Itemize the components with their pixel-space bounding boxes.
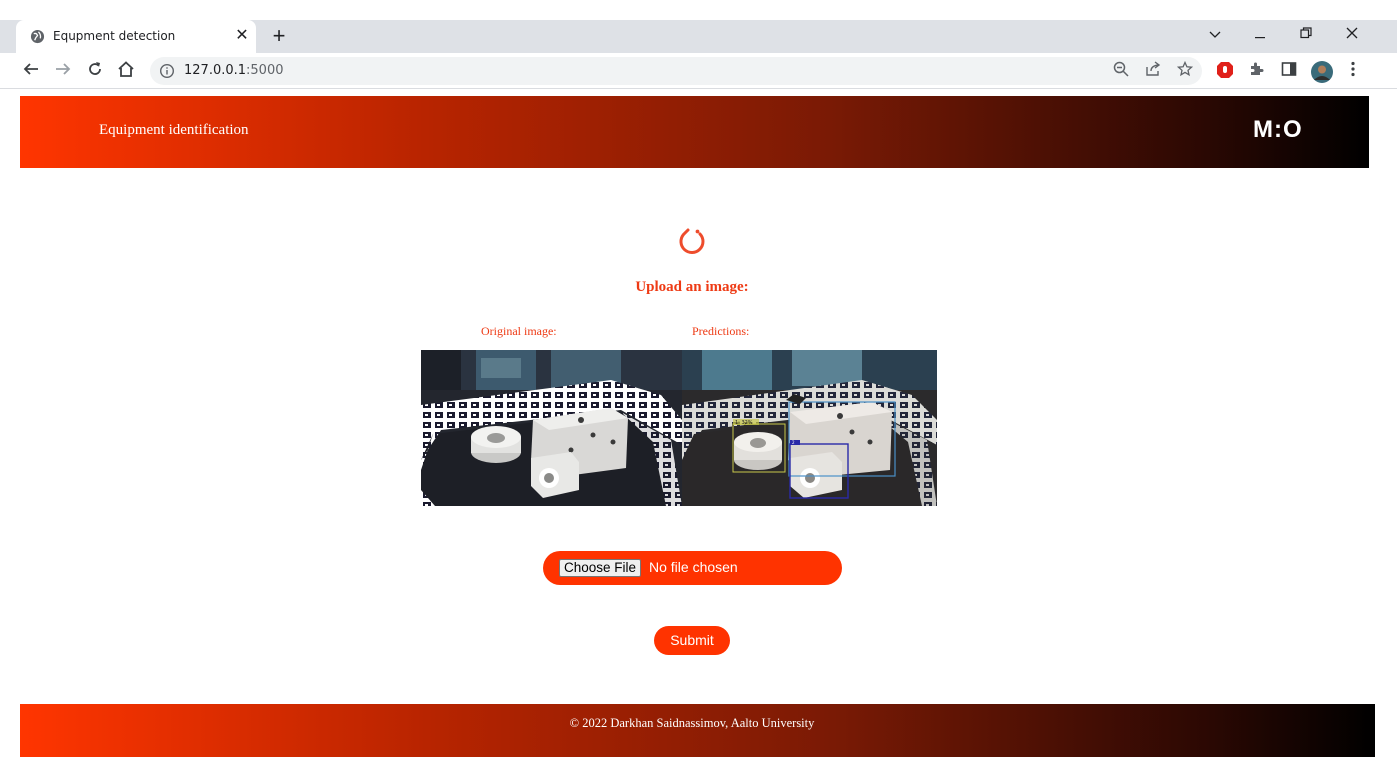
- url-port: :5000: [246, 63, 284, 78]
- home-icon[interactable]: [114, 59, 138, 83]
- globe-icon: [30, 29, 45, 44]
- predictions-image: 1: 32% 2: [682, 350, 937, 506]
- file-status: No file chosen: [649, 559, 738, 575]
- url-text[interactable]: 127.0.0.1:5000: [184, 63, 284, 78]
- forward-icon[interactable]: [51, 59, 75, 83]
- file-upload-field[interactable]: Choose File No file chosen: [543, 551, 842, 585]
- original-image-label: Original image:: [481, 324, 557, 338]
- profile-avatar[interactable]: [1311, 61, 1333, 83]
- tab-search-icon[interactable]: [1200, 22, 1230, 46]
- share-icon[interactable]: [1143, 61, 1163, 81]
- choose-file-button[interactable]: Choose File: [559, 559, 642, 577]
- predictions-label: Predictions:: [692, 324, 750, 338]
- browser-tabstrip: Equpment detection ✕ +: [0, 0, 1397, 53]
- site-title[interactable]: Equipment identification: [99, 122, 249, 139]
- side-panel-icon[interactable]: [1279, 61, 1299, 81]
- star-icon[interactable]: [1175, 60, 1195, 81]
- plus-icon[interactable]: +: [268, 25, 290, 47]
- info-icon[interactable]: [159, 63, 175, 79]
- back-icon[interactable]: [19, 59, 43, 83]
- browser-tab[interactable]: Equpment detection ✕: [16, 20, 256, 53]
- site-logo[interactable]: M:O: [1253, 116, 1303, 144]
- site-header: Equipment identification M:O: [20, 96, 1369, 168]
- minimize-icon[interactable]: [1245, 22, 1275, 46]
- window-close-icon[interactable]: [1337, 22, 1367, 46]
- reload-icon[interactable]: [83, 59, 107, 83]
- browser-toolbar: 127.0.0.1:5000: [0, 53, 1397, 89]
- url-host: 127.0.0.1: [184, 63, 247, 78]
- original-image: [421, 350, 682, 506]
- pytorch-icon: [679, 228, 705, 254]
- adblock-icon[interactable]: [1215, 61, 1235, 81]
- close-icon[interactable]: ✕: [232, 26, 252, 46]
- submit-button[interactable]: Submit: [654, 626, 730, 655]
- tab-title: Equpment detection: [53, 29, 176, 43]
- footer-text: © 2022 Darkhan Saidnassimov, Aalto Unive…: [569, 716, 815, 730]
- zoom-icon[interactable]: [1111, 61, 1131, 81]
- restore-icon[interactable]: [1291, 22, 1321, 46]
- extensions-icon[interactable]: [1247, 61, 1267, 81]
- upload-heading: Upload an image:: [635, 279, 749, 295]
- site-footer: © 2022 Darkhan Saidnassimov, Aalto Unive…: [20, 704, 1375, 757]
- prediction-tag-1: 1: 32%: [735, 420, 753, 426]
- address-bar[interactable]: 127.0.0.1:5000: [150, 57, 1202, 85]
- menu-icon[interactable]: [1343, 61, 1363, 81]
